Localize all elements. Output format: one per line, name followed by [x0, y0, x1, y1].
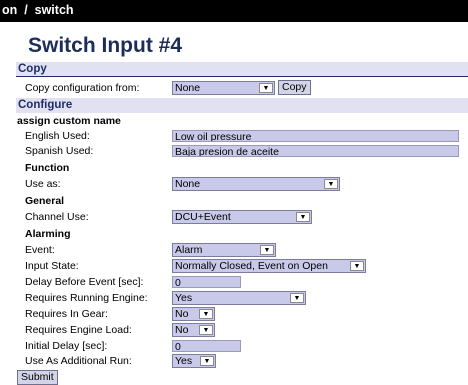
- use-as-additional-run-value: Yes: [175, 355, 193, 367]
- requires-running-engine-value: Yes: [175, 292, 193, 304]
- copy-section-header: Copy: [16, 62, 468, 77]
- requires-in-gear-select[interactable]: No ▼: [172, 307, 215, 321]
- english-used-label: English Used:: [25, 130, 90, 142]
- copy-from-value: None: [175, 82, 201, 94]
- chevron-down-icon: ▼: [199, 309, 213, 319]
- input-state-label: Input State:: [25, 260, 79, 272]
- custom-name-heading: assign custom name: [17, 115, 121, 127]
- copy-from-select[interactable]: None ▼: [172, 81, 275, 95]
- chevron-down-icon: ▼: [350, 261, 364, 271]
- requires-engine-load-select[interactable]: No ▼: [172, 323, 215, 337]
- submit-button[interactable]: Submit: [17, 370, 58, 385]
- use-as-value: None: [175, 178, 201, 190]
- delay-before-event-label: Delay Before Event [sec]:: [25, 276, 144, 288]
- requires-in-gear-label: Requires In Gear:: [25, 308, 108, 320]
- chevron-down-icon: ▼: [290, 293, 304, 303]
- use-as-label: Use as:: [25, 178, 61, 190]
- chevron-down-icon: ▼: [296, 212, 310, 222]
- chevron-down-icon: ▼: [260, 245, 274, 255]
- spanish-used-input[interactable]: Baja presion de aceite: [172, 145, 459, 157]
- channel-use-value: DCU+Event: [175, 211, 231, 223]
- chevron-down-icon: ▼: [199, 325, 213, 335]
- breadcrumb: on / switch: [2, 3, 74, 17]
- use-as-additional-run-label: Use As Additional Run:: [25, 355, 132, 367]
- chevron-down-icon: ▼: [200, 356, 214, 366]
- requires-engine-load-value: No: [175, 324, 189, 336]
- copy-button[interactable]: Copy: [278, 80, 311, 95]
- delay-before-event-input[interactable]: 0: [172, 276, 241, 288]
- copy-from-label: Copy configuration from:: [25, 82, 140, 94]
- use-as-select[interactable]: None ▼: [172, 177, 340, 191]
- event-label: Event:: [25, 244, 55, 256]
- event-value: Alarm: [175, 244, 203, 256]
- initial-delay-input[interactable]: 0: [172, 340, 241, 352]
- english-used-input[interactable]: Low oil pressure: [172, 130, 459, 142]
- requires-running-engine-label: Requires Running Engine:: [25, 292, 148, 304]
- input-state-value: Normally Closed, Event on Open: [175, 260, 328, 272]
- requires-in-gear-value: No: [175, 308, 189, 320]
- channel-use-label: Channel Use:: [25, 211, 89, 223]
- alarming-heading: Alarming: [25, 228, 71, 240]
- requires-running-engine-select[interactable]: Yes ▼: [172, 291, 306, 305]
- spanish-used-label: Spanish Used:: [25, 145, 94, 157]
- page-title: Switch Input #4: [28, 34, 183, 57]
- general-heading: General: [25, 195, 65, 207]
- function-heading: Function: [25, 162, 70, 174]
- requires-engine-load-label: Requires Engine Load:: [25, 324, 132, 336]
- chevron-down-icon: ▼: [259, 83, 273, 93]
- top-breadcrumb-bar: on / switch: [0, 0, 468, 22]
- channel-use-select[interactable]: DCU+Event ▼: [172, 210, 312, 224]
- event-select[interactable]: Alarm ▼: [172, 243, 276, 257]
- initial-delay-label: Initial Delay [sec]:: [25, 340, 108, 352]
- chevron-down-icon: ▼: [324, 179, 338, 189]
- use-as-additional-run-select[interactable]: Yes ▼: [172, 354, 216, 368]
- configure-section-header: Configure: [16, 98, 468, 113]
- input-state-select[interactable]: Normally Closed, Event on Open ▼: [172, 259, 366, 273]
